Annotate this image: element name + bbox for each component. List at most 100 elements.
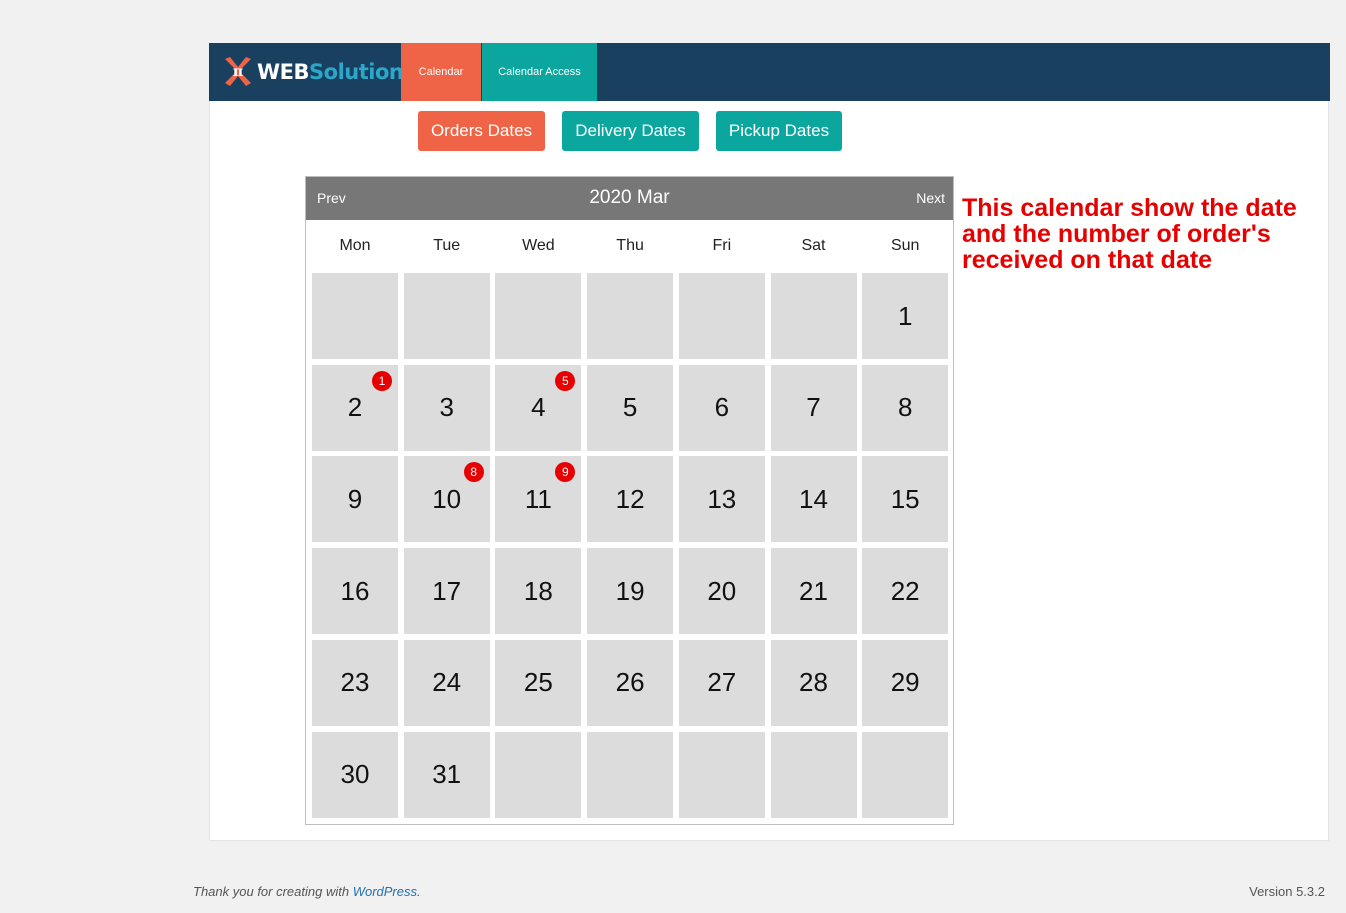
calendar-day-cell[interactable]: 18: [495, 548, 582, 635]
weekday-header: Tue: [433, 237, 461, 254]
day-number: 1: [897, 300, 913, 331]
day-number: 22: [890, 575, 920, 606]
calendar-empty-cell: [770, 273, 857, 359]
day-number: 19: [615, 575, 645, 606]
order-count-badge: 1: [372, 370, 392, 391]
day-number: 9: [347, 483, 363, 514]
day-number: 18: [523, 575, 553, 606]
day-number: 23: [340, 667, 370, 698]
calendar-day-cell[interactable]: 21: [312, 364, 398, 451]
calendar-empty-cell: [587, 731, 674, 818]
day-number: 10: [432, 483, 462, 514]
calendar-day-cell[interactable]: 9: [312, 456, 398, 543]
day-number: 26: [615, 667, 645, 698]
calendar-day-cell[interactable]: 13: [678, 456, 765, 543]
weekday-header: Sun: [890, 237, 920, 254]
delivery-dates-button[interactable]: Delivery Dates: [562, 111, 699, 151]
calendar-empty-cell: [587, 273, 674, 359]
calendar-empty-cell: [495, 731, 582, 818]
calendar-day-cell[interactable]: 11 9: [495, 456, 582, 543]
day-number: 27: [707, 667, 737, 698]
calendar-header: Prev 2020 Mar Next: [306, 177, 953, 220]
calendar-day-cell[interactable]: 8: [862, 364, 949, 451]
month-calendar: Prev 2020 Mar Next Mon Tue Wed Thu Fri Sat Sun…: [305, 176, 954, 825]
calendar-day-cell[interactable]: 22: [862, 548, 949, 635]
order-count-badge: 9: [555, 462, 576, 483]
next-month-button[interactable]: Next: [916, 190, 945, 206]
calendar-day-cell[interactable]: 19: [587, 548, 674, 635]
calendar-day-cell[interactable]: 6: [678, 364, 765, 451]
day-number: 28: [799, 667, 828, 698]
calendar-day-cell[interactable]: 12: [587, 456, 674, 543]
order-count-badge: 8: [463, 462, 484, 483]
calendar-day-cell[interactable]: 45: [495, 364, 582, 451]
weekday-header: Fri: [712, 237, 732, 254]
wordpress-link[interactable]: WordPress: [353, 884, 417, 899]
orders-dates-button[interactable]: Orders Dates: [418, 111, 545, 151]
calendar-day-cell[interactable]: 20: [678, 548, 765, 635]
calendar-day-cell[interactable]: 23: [312, 639, 398, 726]
day-number: 11: [524, 483, 552, 514]
day-number: 21: [799, 575, 828, 606]
day-number: 7: [806, 392, 821, 423]
calendar-day-cell[interactable]: 27: [678, 639, 765, 726]
day-number: 4: [531, 392, 546, 423]
tab-calendar-access[interactable]: Calendar Access: [482, 43, 597, 101]
day-number: 14: [799, 483, 828, 514]
brand-name-web: WEB: [257, 60, 310, 84]
day-number: 6: [714, 392, 730, 423]
day-number: 12: [615, 483, 645, 514]
day-number: 13: [707, 483, 737, 514]
calendar-month-title: 2020 Mar: [589, 187, 670, 208]
svg-text:π: π: [233, 64, 243, 80]
day-number: 25: [523, 667, 553, 698]
calendar-day-cell[interactable]: 15: [862, 456, 949, 543]
brand-name-solution: Solution: [309, 60, 404, 84]
weekday-header: Thu: [616, 237, 644, 254]
calendar-day-cell[interactable]: 21: [770, 548, 857, 635]
day-number: 2: [347, 392, 363, 423]
calendar-day-cell[interactable]: 17: [403, 548, 490, 635]
day-number: 5: [622, 392, 638, 423]
calendar-day-cell[interactable]: 16: [312, 548, 398, 635]
calendar-empty-cell: [862, 731, 949, 818]
calendar-day-cell[interactable]: 28: [770, 639, 857, 726]
calendar-day-cell[interactable]: 3: [403, 364, 490, 451]
footer-thanks-prefix: Thank you for creating with: [193, 884, 353, 899]
calendar-day-cell[interactable]: 5: [587, 364, 674, 451]
weekday-header: Wed: [522, 237, 555, 254]
tab-calendar[interactable]: Calendar: [401, 43, 481, 101]
calendar-empty-cell: [403, 273, 490, 359]
calendar-day-cell[interactable]: 14: [770, 456, 857, 543]
calendar-day-cell[interactable]: 1: [862, 273, 949, 359]
weekday-header: Mon: [339, 237, 371, 254]
day-number: 3: [439, 392, 454, 423]
calendar-day-cell[interactable]: 25: [495, 639, 582, 726]
calendar-empty-cell: [770, 731, 857, 818]
day-number: 24: [432, 667, 462, 698]
day-number: 31: [432, 759, 462, 789]
day-number: 16: [340, 575, 370, 606]
calendar-day-cell[interactable]: 31: [403, 731, 490, 818]
calendar-day-cell[interactable]: 10 8: [403, 456, 490, 543]
day-number: 29: [890, 667, 920, 698]
pi-logo-icon: π: [221, 55, 255, 89]
calendar-day-cell[interactable]: 24: [403, 639, 490, 726]
brand-logo[interactable]: π WEBSolution: [221, 55, 404, 89]
calendar-day-cell[interactable]: 7: [770, 364, 857, 451]
order-count-badge: 5: [555, 370, 576, 391]
day-number: 20: [707, 575, 737, 606]
calendar-day-cell[interactable]: 26: [587, 639, 674, 726]
annotation-note: This calendar show the date and the numb…: [962, 194, 1297, 274]
footer-thanks-suffix: .: [417, 884, 421, 899]
top-navigation-bar: π WEBSolution Calendar Calendar Access: [209, 43, 1330, 101]
calendar-day-cell[interactable]: 30: [312, 731, 398, 818]
pickup-dates-button[interactable]: Pickup Dates: [716, 111, 842, 151]
footer-thanks: Thank you for creating with WordPress.: [193, 884, 421, 899]
calendar-empty-cell: [678, 273, 765, 359]
calendar-day-cell[interactable]: 29: [862, 639, 949, 726]
weekday-header: Sat: [801, 237, 826, 254]
footer-version: Version 5.3.2: [1249, 884, 1325, 899]
calendar-empty-cell: [312, 273, 398, 359]
brand-name: WEBSolution: [257, 60, 404, 84]
